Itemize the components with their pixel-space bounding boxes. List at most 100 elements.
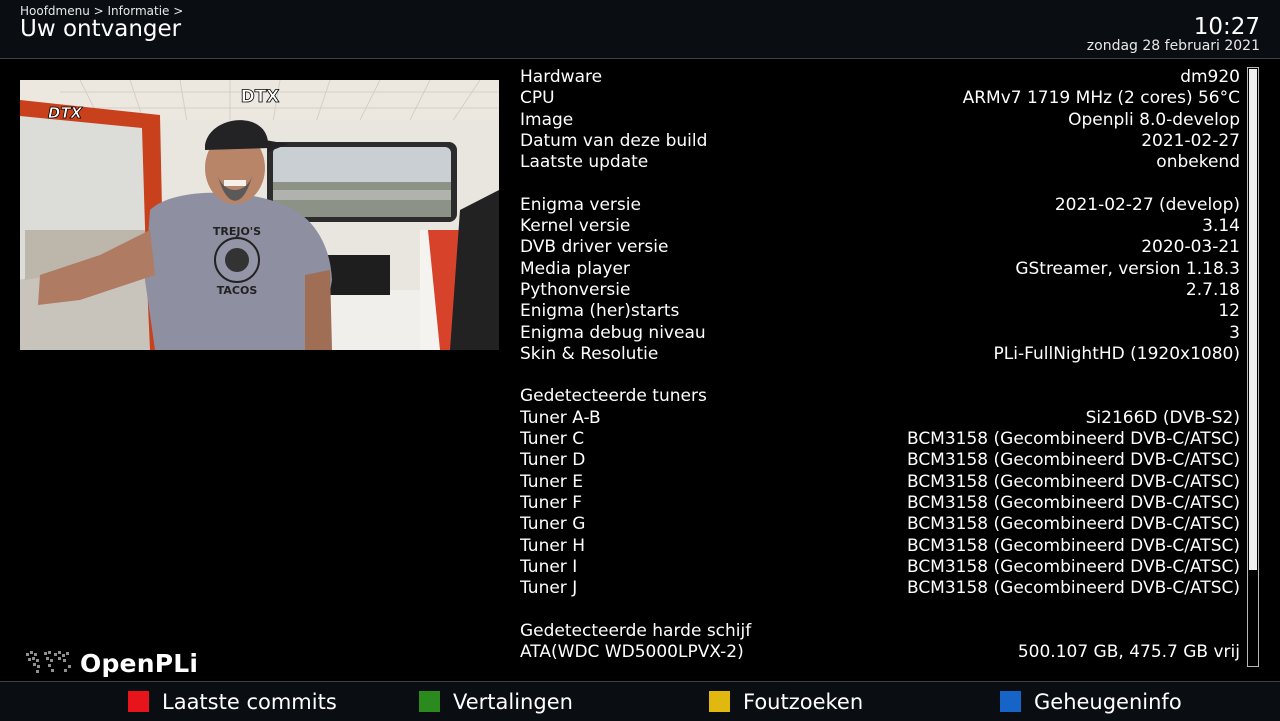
tuner-label: Tuner H <box>520 535 585 556</box>
tuner-value: BCM3158 (Gecombineerd DVB-C/ATSC) <box>906 556 1240 577</box>
hdd-heading: Gedetecteerde harde schijf <box>520 621 1240 642</box>
scrollbar-thumb[interactable] <box>1249 69 1257 570</box>
tuner-row: Tuner I BCM3158 (Gecombineerd DVB-C/ATSC) <box>520 557 1240 578</box>
tuner-label: Tuner G <box>520 514 586 535</box>
info-row-dvb-driver: DVB driver versie 2020-03-21 <box>520 237 1240 258</box>
color-key-bar: Laatste commits Vertalingen Foutzoeken G… <box>0 681 1280 721</box>
info-row-kernel: Kernel versie 3.14 <box>520 216 1240 237</box>
tuner-label: Tuner E <box>520 471 583 492</box>
date-display: zondag 28 februari 2021 <box>1086 38 1260 54</box>
green-button[interactable]: Vertalingen <box>419 682 573 721</box>
info-value: 12 <box>1218 301 1240 322</box>
tuner-label: Tuner C <box>520 429 585 450</box>
yellow-button[interactable]: Foutzoeken <box>709 682 863 721</box>
tuner-row: Tuner A-B Si2166D (DVB-S2) <box>520 408 1240 429</box>
info-row-build-date: Datum van deze build 2021-02-27 <box>520 131 1240 152</box>
logo-text: OpenPLi <box>80 648 199 678</box>
info-label: DVB driver versie <box>520 237 669 258</box>
info-value: onbekend <box>1156 152 1240 173</box>
tuner-row: Tuner C BCM3158 (Gecombineerd DVB-C/ATSC) <box>520 429 1240 450</box>
red-key-icon <box>128 691 149 712</box>
blue-key-icon <box>1000 691 1021 712</box>
hdd-value: 500.107 GB, 475.7 GB vrij <box>1017 642 1240 663</box>
info-label: Laatste update <box>520 152 649 173</box>
green-button-label: Vertalingen <box>453 689 573 714</box>
tuner-row: Tuner H BCM3158 (Gecombineerd DVB-C/ATSC) <box>520 536 1240 557</box>
info-value: 2021-02-27 <box>1141 130 1240 151</box>
scrollbar[interactable] <box>1247 67 1259 667</box>
info-label: Media player <box>520 258 630 279</box>
info-value: dm920 <box>1180 67 1240 87</box>
tuner-value: BCM3158 (Gecombineerd DVB-C/ATSC) <box>906 471 1240 492</box>
tuner-row: Tuner J BCM3158 (Gecombineerd DVB-C/ATSC) <box>520 578 1240 599</box>
openpli-logo: OpenPLi <box>24 645 198 681</box>
info-value: 2021-02-27 (develop) <box>1054 194 1240 215</box>
tuners-heading: Gedetecteerde tuners <box>520 386 1240 407</box>
tuner-value: BCM3158 (Gecombineerd DVB-C/ATSC) <box>906 450 1240 471</box>
info-row-media-player: Media player GStreamer, version 1.18.3 <box>520 259 1240 280</box>
info-label: Enigma (her)starts <box>520 301 680 322</box>
hdd-label: ATA(WDC WD5000LPVX-2) <box>520 642 744 663</box>
info-label: Kernel versie <box>520 216 631 237</box>
hdd-row: ATA(WDC WD5000LPVX-2) 500.107 GB, 475.7 G… <box>520 642 1240 663</box>
info-value: 2020-03-21 <box>1141 237 1240 258</box>
green-key-icon <box>419 691 440 712</box>
tuner-label: Tuner D <box>520 450 586 471</box>
tuner-label: Tuner A-B <box>520 407 601 428</box>
red-button-label: Laatste commits <box>162 689 337 714</box>
info-row-restarts: Enigma (her)starts 12 <box>520 301 1240 322</box>
info-row-hardware: Hardware dm920 <box>520 67 1240 88</box>
clock: 10:27 <box>1193 14 1260 40</box>
info-label: Enigma versie <box>520 194 641 215</box>
info-row-enigma-version: Enigma versie 2021-02-27 (develop) <box>520 195 1240 216</box>
preview-image: TREJO'S TACOS DTX DTX <box>20 80 499 350</box>
yellow-key-icon <box>709 691 730 712</box>
tuner-row: Tuner D BCM3158 (Gecombineerd DVB-C/ATSC) <box>520 450 1240 471</box>
tuner-value: BCM3158 (Gecombineerd DVB-C/ATSC) <box>906 535 1240 556</box>
blue-button-label: Geheugeninfo <box>1034 689 1182 714</box>
header-bar: Hoofdmenu > Informatie > Uw ontvanger 10… <box>0 0 1280 59</box>
shirt-text-bottom: TACOS <box>217 284 258 297</box>
receiver-info-list[interactable]: Hardware dm920 CPU ARMv7 1719 MHz (2 cores… <box>520 67 1240 667</box>
info-label: Image <box>520 109 574 130</box>
info-row-skin: Skin & Resolutie PLi-FullNightHD (1920x10… <box>520 344 1240 365</box>
channel-label: DTX <box>241 87 280 107</box>
blue-button[interactable]: Geheugeninfo <box>1000 682 1182 721</box>
tuner-value: BCM3158 (Gecombineerd DVB-C/ATSC) <box>906 578 1240 599</box>
info-label: Pythonversie <box>520 279 631 300</box>
world-map-icon <box>26 651 71 673</box>
yellow-button-label: Foutzoeken <box>743 689 864 714</box>
section-heading: Gedetecteerde harde schijf <box>520 620 752 641</box>
tuner-label: Tuner I <box>520 556 578 577</box>
info-row-image: Image Openpli 8.0-develop <box>520 110 1240 131</box>
info-value: PLi-FullNightHD (1920x1080) <box>993 343 1240 364</box>
red-button[interactable]: Laatste commits <box>128 682 337 721</box>
info-label: Hardware <box>520 67 603 87</box>
info-label: CPU <box>520 88 555 109</box>
info-value: 3 <box>1229 322 1240 343</box>
info-label: Enigma debug niveau <box>520 322 706 343</box>
info-value: 2.7.18 <box>1185 279 1240 300</box>
tuner-row: Tuner F BCM3158 (Gecombineerd DVB-C/ATSC) <box>520 493 1240 514</box>
info-value: 3.14 <box>1202 216 1240 237</box>
shirt-text-top: TREJO'S <box>213 225 261 238</box>
tuner-row: Tuner G BCM3158 (Gecombineerd DVB-C/ATSC) <box>520 514 1240 535</box>
tuner-value: BCM3158 (Gecombineerd DVB-C/ATSC) <box>906 514 1240 535</box>
info-row-cpu: CPU ARMv7 1719 MHz (2 cores) 56°C <box>520 88 1240 109</box>
channel-logo: DTX <box>48 104 84 122</box>
info-row-debug-level: Enigma debug niveau 3 <box>520 323 1240 344</box>
tuner-value: BCM3158 (Gecombineerd DVB-C/ATSC) <box>906 492 1240 513</box>
tuner-label: Tuner J <box>520 578 578 599</box>
info-value: Openpli 8.0-develop <box>1068 109 1240 130</box>
info-row-python: Pythonversie 2.7.18 <box>520 280 1240 301</box>
tuner-value: Si2166D (DVB-S2) <box>1085 407 1240 428</box>
info-row-last-update: Laatste update onbekend <box>520 152 1240 173</box>
tuner-row: Tuner E BCM3158 (Gecombineerd DVB-C/ATSC) <box>520 472 1240 493</box>
info-label: Skin & Resolutie <box>520 343 659 364</box>
info-label: Datum van deze build <box>520 130 708 151</box>
tuner-label: Tuner F <box>520 492 582 513</box>
section-heading: Gedetecteerde tuners <box>520 386 707 407</box>
